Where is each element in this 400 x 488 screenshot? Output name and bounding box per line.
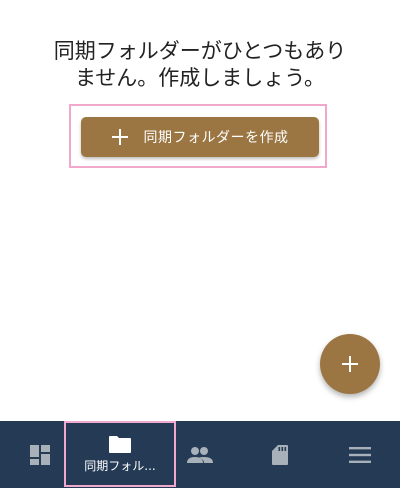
plus-icon [111,129,128,145]
nav-item-sync-folders-label: 同期フォル... [84,459,156,473]
empty-state-line-1: 同期フォルダーがひとつもあり [53,39,347,63]
bottom-navigation: 同期フォル... [0,421,400,488]
empty-state-message: 同期フォルダーがひとつもあり ません。作成しましょう。 [0,38,400,92]
nav-item-devices[interactable] [160,421,240,488]
dashboard-icon [30,444,50,465]
add-folder-fab[interactable] [320,334,380,394]
sd-card-icon [272,444,288,465]
empty-state-line-2: ません。作成しましょう。 [74,66,326,90]
menu-icon [349,446,371,463]
people-icon [187,446,213,463]
folder-icon [109,436,131,453]
plus-icon [342,356,358,372]
nav-item-menu[interactable] [320,421,400,488]
create-button-label: 同期フォルダーを作成 [143,130,289,146]
nav-item-storage[interactable] [240,421,320,488]
create-sync-folder-button[interactable]: 同期フォルダーを作成 [81,117,319,157]
